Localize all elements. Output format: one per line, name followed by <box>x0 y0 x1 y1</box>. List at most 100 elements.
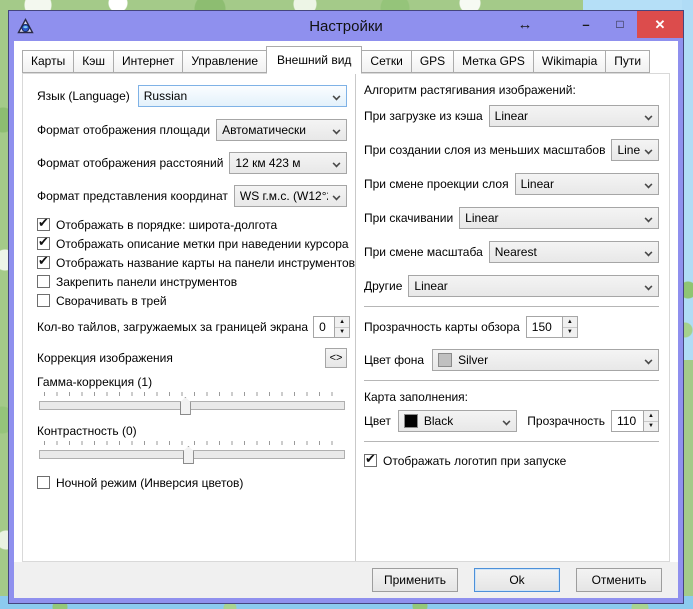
projection-change-select[interactable]: Linear <box>515 173 659 195</box>
setting-row-cache-load: При загрузке из кэша Linear <box>364 105 659 127</box>
contrast-label: Контрастность (0) <box>37 424 347 438</box>
checkbox[interactable]: ✔ <box>37 256 50 269</box>
checkbox-row-show-logo[interactable]: ✔ Отображать логотип при запуске <box>364 451 659 470</box>
image-correction-label: Коррекция изображения <box>37 351 173 365</box>
setting-row-bg-color: Цвет фона Silver <box>364 349 659 371</box>
layer-from-smaller-select[interactable]: Linear <box>611 139 659 161</box>
tab-internet[interactable]: Интернет <box>113 50 183 73</box>
checkbox[interactable]: ✔ <box>37 237 50 250</box>
maximize-button[interactable]: □ <box>603 11 637 37</box>
tab-wikimapia[interactable]: Wikimapia <box>533 50 606 73</box>
contrast-slider[interactable] <box>39 439 345 467</box>
checkbox-row-latlon-order[interactable]: ✔ Отображать в порядке: широта-долгота <box>37 215 347 234</box>
slider-track[interactable] <box>39 401 345 410</box>
checkbox[interactable] <box>37 294 50 307</box>
coord-format-select[interactable]: WS г.м.с. (W12°23"4 <box>234 185 347 207</box>
distance-format-select[interactable]: 12 км 423 м <box>229 152 347 174</box>
tab-maps[interactable]: Карты <box>22 50 74 73</box>
minimize-button[interactable]: – <box>569 11 603 37</box>
spin-down-icon[interactable]: ▼ <box>563 328 577 338</box>
distance-format-label: Формат отображения расстояний <box>37 156 223 170</box>
slider-ticks <box>44 441 340 445</box>
checkbox[interactable] <box>37 275 50 288</box>
left-column: Язык (Language) Russian Формат отображен… <box>23 74 355 561</box>
setting-row-coord-format: Формат представления координат WS г.м.с.… <box>37 185 347 207</box>
area-format-select[interactable]: Автоматически <box>216 119 347 141</box>
download-select[interactable]: Linear <box>459 207 659 229</box>
gamma-slider-thumb[interactable] <box>180 397 191 415</box>
checkbox[interactable]: ✔ <box>364 454 377 467</box>
cache-load-select[interactable]: Linear <box>489 105 659 127</box>
tab-grids[interactable]: Сетки <box>361 50 411 73</box>
apply-button[interactable]: Применить <box>372 568 458 592</box>
chevron-down-icon <box>645 357 653 365</box>
setting-row-zoom-change: При смене масштаба Nearest <box>364 241 659 263</box>
tab-gps[interactable]: GPS <box>411 50 454 73</box>
setting-row-download: При скачивании Linear <box>364 207 659 229</box>
spin-up-icon[interactable]: ▲ <box>563 317 577 328</box>
spin-down-icon[interactable]: ▼ <box>644 422 658 432</box>
border-tiles-spinner[interactable]: 0 ▲ ▼ <box>313 316 350 338</box>
checkbox-row-mapname-toolbar[interactable]: ✔ Отображать название карты на панели ин… <box>37 253 347 272</box>
cancel-button[interactable]: Отменить <box>576 568 662 592</box>
contrast-slider-thumb[interactable] <box>183 446 194 464</box>
divider <box>364 441 659 442</box>
tab-gps-marker[interactable]: Метка GPS <box>453 50 534 73</box>
app-logo-icon <box>17 18 34 35</box>
chevron-down-icon <box>333 193 341 201</box>
setting-row-language: Язык (Language) Russian <box>37 85 347 107</box>
tab-strip: Карты Кэш Интернет Управление Внешний ви… <box>14 41 678 73</box>
chevron-down-icon <box>645 215 653 223</box>
setting-row-other: Другие Linear <box>364 275 659 297</box>
tab-cache[interactable]: Кэш <box>73 50 114 73</box>
tab-control[interactable]: Управление <box>182 50 267 73</box>
ok-button[interactable]: Ok <box>474 568 560 592</box>
setting-row-distance-format: Формат отображения расстояний 12 км 423 … <box>37 152 347 174</box>
chevron-down-icon <box>333 160 341 168</box>
checkbox-row-lock-toolbars[interactable]: Закрепить панели инструментов <box>37 272 347 291</box>
checkbox-row-marker-hint[interactable]: ✔ Отображать описание метки при наведени… <box>37 234 347 253</box>
chevron-down-icon <box>503 418 511 426</box>
divider <box>364 306 659 307</box>
chevron-down-icon <box>333 127 341 135</box>
right-column: Алгоритм растягивания изображений: При з… <box>356 74 669 561</box>
gamma-slider[interactable] <box>39 390 345 418</box>
gamma-label: Гамма-коррекция (1) <box>37 375 347 389</box>
coord-format-label: Формат представления координат <box>37 189 228 203</box>
correction-expand-button[interactable]: <> <box>325 348 347 368</box>
other-select[interactable]: Linear <box>408 275 659 297</box>
checkbox-row-night-mode[interactable]: Ночной режим (Инверсия цветов) <box>37 473 347 492</box>
appearance-tab-page: Язык (Language) Russian Формат отображен… <box>22 73 670 562</box>
tab-tracks[interactable]: Пути <box>605 50 650 73</box>
checkbox[interactable]: ✔ <box>37 218 50 231</box>
divider <box>364 380 659 381</box>
language-label: Язык (Language) <box>37 89 130 103</box>
fill-opacity-spinner[interactable]: 110 ▲ ▼ <box>611 410 659 432</box>
slider-ticks <box>44 392 340 396</box>
chevron-down-icon <box>645 181 653 189</box>
bg-color-select[interactable]: Silver <box>432 349 659 371</box>
close-button[interactable]: ✕ <box>637 11 683 38</box>
setting-row-image-correction: Коррекция изображения <> <box>37 348 347 368</box>
setting-row-overview-opacity: Прозрачность карты обзора 150 ▲ ▼ <box>364 316 659 338</box>
language-select[interactable]: Russian <box>138 85 347 107</box>
overview-opacity-spinner[interactable]: 150 ▲ ▼ <box>526 316 578 338</box>
spin-up-icon[interactable]: ▲ <box>335 317 349 328</box>
stretch-algorithms-header: Алгоритм растягивания изображений: <box>364 83 659 97</box>
setting-row-projection-change: При смене проекции слоя Linear <box>364 173 659 195</box>
tab-appearance[interactable]: Внешний вид <box>266 46 362 74</box>
zoom-change-select[interactable]: Nearest <box>489 241 659 263</box>
setting-row-fill-map: Цвет Black Прозрачность 110 ▲ ▼ <box>364 410 659 432</box>
setting-row-border-tiles: Кол-во тайлов, загружаемых за границей э… <box>37 316 347 338</box>
spin-down-icon[interactable]: ▼ <box>335 328 349 338</box>
spin-up-icon[interactable]: ▲ <box>644 411 658 422</box>
dialog-footer: Применить Ok Отменить <box>14 562 678 598</box>
checkbox[interactable] <box>37 476 50 489</box>
title-bar[interactable]: Настройки ↔ – □ ✕ <box>9 11 683 41</box>
border-tiles-label: Кол-во тайлов, загружаемых за границей э… <box>37 320 308 334</box>
dialog-client-area: Карты Кэш Интернет Управление Внешний ви… <box>14 41 678 598</box>
fill-color-select[interactable]: Black <box>398 410 517 432</box>
checkbox-row-minimize-tray[interactable]: Сворачивать в трей <box>37 291 347 310</box>
setting-row-layer-from-smaller: При создании слоя из меньших масштабов L… <box>364 139 659 161</box>
resize-horizontal-icon[interactable]: ↔ <box>505 11 545 37</box>
